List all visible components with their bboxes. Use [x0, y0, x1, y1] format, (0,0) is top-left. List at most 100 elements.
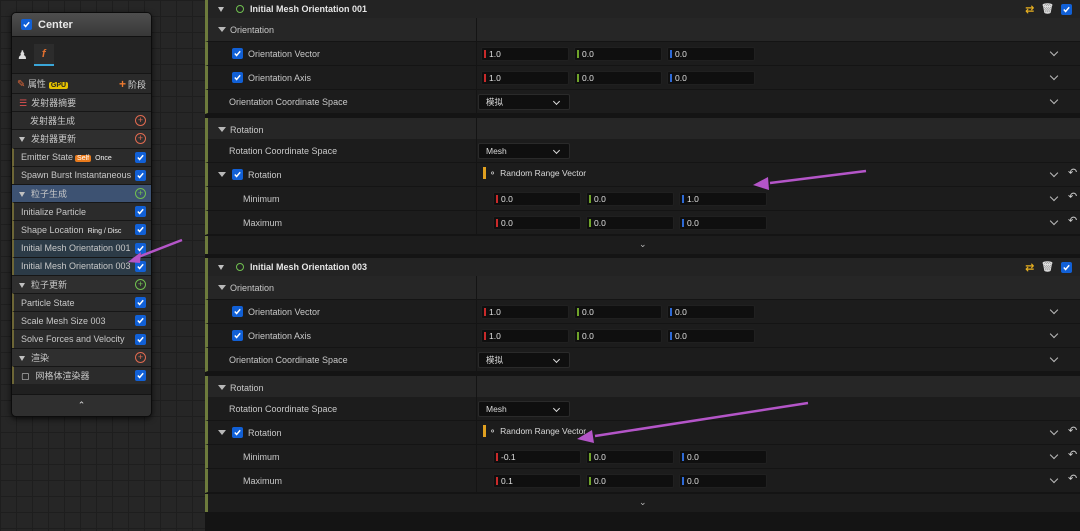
- collapse-triangle-icon: [218, 6, 224, 12]
- expand-advanced-row[interactable]: ⌄: [205, 494, 1080, 512]
- vector-y-input[interactable]: 0.0: [574, 47, 662, 61]
- orientation-axis-label: Orientation Axis: [248, 72, 312, 83]
- vector-y-input[interactable]: 0.0: [586, 192, 674, 206]
- vector-z-input[interactable]: 0.0: [679, 450, 767, 464]
- rotation-coordinate-space-dropdown[interactable]: Mesh: [478, 401, 570, 417]
- module-header[interactable]: Initial Mesh Orientation 003 ⇄ 🗑: [205, 258, 1080, 276]
- vector-x-input[interactable]: 0.0: [493, 216, 581, 230]
- collapse-triangle-icon: [218, 27, 226, 32]
- vector-y-input[interactable]: 0.0: [574, 305, 662, 319]
- chevron-down-icon[interactable]: [1049, 192, 1059, 202]
- reset-arrow-icon[interactable]: ↶: [1068, 192, 1077, 203]
- module-status-icon: [236, 5, 244, 13]
- module-title: Initial Mesh Orientation 003: [250, 262, 368, 272]
- rotation-checkbox[interactable]: [232, 427, 243, 438]
- category-label: Orientation: [230, 24, 275, 35]
- vector-z-input[interactable]: 0.0: [667, 305, 755, 319]
- link-icon: ⚬: [489, 167, 497, 178]
- coordinate-space-dropdown[interactable]: 模拟: [478, 94, 570, 110]
- vector-z-input[interactable]: 1.0: [679, 192, 767, 206]
- rotation-label: Rotation: [248, 427, 282, 438]
- reset-arrow-icon[interactable]: ↶: [1068, 216, 1077, 227]
- rotation-value: Random Range Vector: [500, 168, 587, 178]
- chevron-down-icon[interactable]: [1049, 329, 1059, 339]
- vector-z-input[interactable]: 0.0: [667, 329, 755, 343]
- coordinate-space-label: Orientation Coordinate Space: [229, 96, 348, 107]
- expand-advanced-row[interactable]: ⌄: [205, 236, 1080, 254]
- vector-x-input[interactable]: 0.0: [493, 192, 581, 206]
- chevron-down-icon[interactable]: [1049, 71, 1059, 81]
- orientation-axis-checkbox[interactable]: [232, 72, 243, 83]
- chevron-down-icon: ⌄: [639, 497, 647, 507]
- chevron-down-icon[interactable]: [1049, 426, 1059, 436]
- collapse-triangle-icon: [218, 127, 226, 132]
- vector-x-input[interactable]: 1.0: [481, 305, 569, 319]
- link-icon: ⚬: [489, 425, 497, 436]
- rotation-checkbox[interactable]: [232, 169, 243, 180]
- rotation-dynamic-input[interactable]: ⚬ Random Range Vector: [483, 425, 586, 437]
- reset-arrow-icon[interactable]: ↶: [1068, 168, 1077, 179]
- coordinate-space-dropdown[interactable]: 模拟: [478, 352, 570, 368]
- rotation-label: Rotation: [248, 169, 282, 180]
- category-label: Rotation: [230, 382, 264, 393]
- chevron-down-icon[interactable]: [1049, 47, 1059, 57]
- orientation-vector-label: Orientation Vector: [248, 306, 321, 317]
- collapse-triangle-icon: [218, 430, 226, 435]
- vector-y-input[interactable]: 0.0: [574, 329, 662, 343]
- minimum-label: Minimum: [243, 451, 280, 462]
- vector-y-input[interactable]: 0.0: [586, 450, 674, 464]
- coordinate-space-label: Orientation Coordinate Space: [229, 354, 348, 365]
- orientation-axis-label: Orientation Axis: [248, 330, 312, 341]
- module-status-icon: [236, 263, 244, 271]
- rotation-coordinate-space-label: Rotation Coordinate Space: [229, 145, 338, 156]
- rotation-coordinate-space-label: Rotation Coordinate Space: [229, 403, 338, 414]
- shuffle-icon[interactable]: ⇄: [1025, 3, 1034, 16]
- rotation-value: Random Range Vector: [500, 426, 587, 436]
- vector-y-input[interactable]: 0.0: [586, 216, 674, 230]
- collapse-triangle-icon: [218, 285, 226, 290]
- orientation-axis-checkbox[interactable]: [232, 330, 243, 341]
- trash-icon[interactable]: 🗑: [1041, 4, 1054, 15]
- vector-z-input[interactable]: 0.0: [679, 474, 767, 488]
- chevron-down-icon[interactable]: [1049, 353, 1059, 363]
- chevron-down-icon[interactable]: [1049, 474, 1059, 484]
- chevron-down-icon[interactable]: [1049, 95, 1059, 105]
- vector-x-input[interactable]: 1.0: [481, 47, 569, 61]
- orientation-vector-checkbox[interactable]: [232, 306, 243, 317]
- module-enable-checkbox[interactable]: [1061, 3, 1072, 15]
- maximum-label: Maximum: [243, 217, 283, 228]
- category-label: Orientation: [230, 282, 275, 293]
- vector-x-input[interactable]: 1.0: [481, 329, 569, 343]
- trash-icon[interactable]: 🗑: [1041, 262, 1054, 273]
- node-graph-canvas[interactable]: Center ♟ f ✎ 属性 GPU + 阶段 ☰ 发射器摘要 发射器生成 + 发射器更新…: [0, 0, 205, 531]
- vector-y-input[interactable]: 0.0: [574, 71, 662, 85]
- shuffle-icon[interactable]: ⇄: [1025, 261, 1034, 274]
- vector-y-input[interactable]: 0.0: [586, 474, 674, 488]
- vector-x-input[interactable]: 0.1: [493, 474, 581, 488]
- vector-z-input[interactable]: 0.0: [667, 47, 755, 61]
- chevron-down-icon[interactable]: [1049, 450, 1059, 460]
- details-panel: Initial Mesh Orientation 001 ⇄ 🗑 Orientatio…: [205, 0, 1080, 531]
- rotation-dynamic-input[interactable]: ⚬ Random Range Vector: [483, 167, 586, 179]
- reset-arrow-icon[interactable]: ↶: [1068, 474, 1077, 485]
- minimum-label: Minimum: [243, 193, 280, 204]
- chevron-down-icon[interactable]: [1049, 168, 1059, 178]
- vector-x-input[interactable]: 1.0: [481, 71, 569, 85]
- collapse-triangle-icon: [218, 172, 226, 177]
- reset-arrow-icon[interactable]: ↶: [1068, 450, 1077, 461]
- collapse-triangle-icon: [218, 264, 224, 270]
- vector-z-input[interactable]: 0.0: [667, 71, 755, 85]
- chevron-down-icon[interactable]: [1049, 305, 1059, 315]
- rotation-coordinate-space-dropdown[interactable]: Mesh: [478, 143, 570, 159]
- module-enable-checkbox[interactable]: [1061, 261, 1072, 273]
- dynamic-input-icon: [483, 167, 486, 179]
- module-header[interactable]: Initial Mesh Orientation 001 ⇄ 🗑: [205, 0, 1080, 18]
- maximum-label: Maximum: [243, 475, 283, 486]
- reset-arrow-icon[interactable]: ↶: [1068, 426, 1077, 437]
- collapse-triangle-icon: [218, 385, 226, 390]
- module-title: Initial Mesh Orientation 001: [250, 4, 368, 14]
- vector-x-input[interactable]: -0.1: [493, 450, 581, 464]
- orientation-vector-checkbox[interactable]: [232, 48, 243, 59]
- vector-z-input[interactable]: 0.0: [679, 216, 767, 230]
- chevron-down-icon[interactable]: [1049, 216, 1059, 226]
